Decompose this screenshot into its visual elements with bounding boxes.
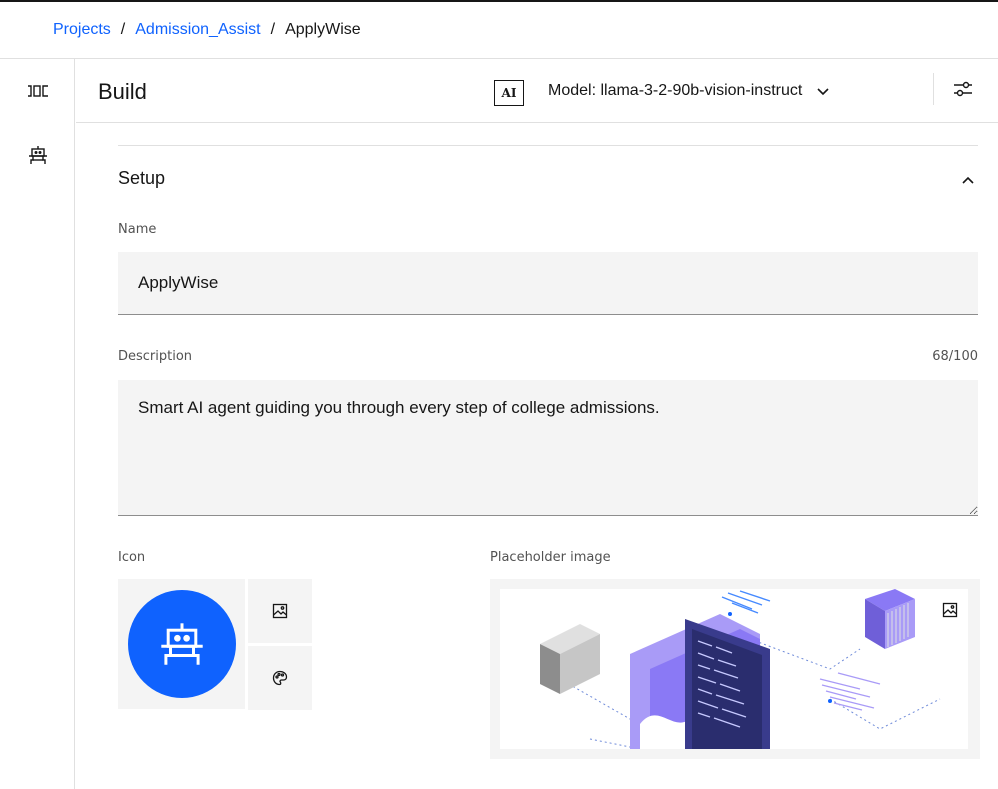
model-selector[interactable]: Model: llama-3-2-90b-vision-instruct (548, 73, 830, 109)
color-palette-icon (272, 670, 288, 686)
agent-button[interactable] (24, 141, 52, 169)
icon-preview (118, 579, 245, 709)
robot-icon (160, 623, 203, 665)
breadcrumb-separator: / (120, 21, 126, 38)
header-divider (933, 73, 934, 105)
description-char-count: 68/100 (932, 349, 978, 364)
compare-icon (28, 85, 48, 97)
setup-title: Setup (118, 168, 166, 188)
description-label: Description (118, 349, 193, 364)
chevron-up-icon (962, 176, 974, 184)
isometric-illustration (540, 589, 941, 749)
page-title: Build (98, 79, 147, 104)
robot-icon (29, 146, 47, 164)
image-icon (942, 602, 958, 618)
breadcrumb-separator: / (270, 21, 276, 38)
setup-divider (118, 145, 978, 146)
breadcrumb-admission-assist[interactable]: Admission_Assist (135, 21, 260, 39)
top-border (0, 0, 998, 2)
left-rail (0, 59, 75, 789)
placeholder-illustration (500, 589, 968, 749)
settings-button[interactable] (950, 76, 976, 102)
collapse-setup-button[interactable] (958, 170, 978, 190)
icon-label: Icon (118, 550, 146, 565)
placeholder-image-frame (490, 579, 980, 759)
chevron-down-icon (817, 88, 829, 96)
image-icon (272, 603, 288, 619)
settings-adjust-icon (954, 81, 972, 97)
breadcrumb: Projects / Admission_Assist / ApplyWise (53, 21, 361, 39)
upload-placeholder-image-button[interactable] (936, 596, 964, 624)
breadcrumb-projects[interactable]: Projects (53, 21, 111, 39)
avatar (127, 590, 236, 698)
placeholder-image-label: Placeholder image (490, 550, 611, 565)
icon-color-button[interactable] (248, 646, 312, 710)
build-header: Build AI Model: llama-3-2-90b-vision-ins… (76, 59, 998, 123)
upload-icon-image-button[interactable] (248, 579, 312, 643)
model-label: Model: llama-3-2-90b-vision-instruct (548, 82, 803, 99)
name-input[interactable] (118, 252, 978, 315)
name-label: Name (118, 222, 157, 237)
compare-button[interactable] (24, 77, 52, 105)
breadcrumb-current: ApplyWise (285, 21, 361, 38)
ai-badge: AI (494, 80, 524, 106)
description-textarea[interactable]: Smart AI agent guiding you through every… (118, 380, 978, 516)
